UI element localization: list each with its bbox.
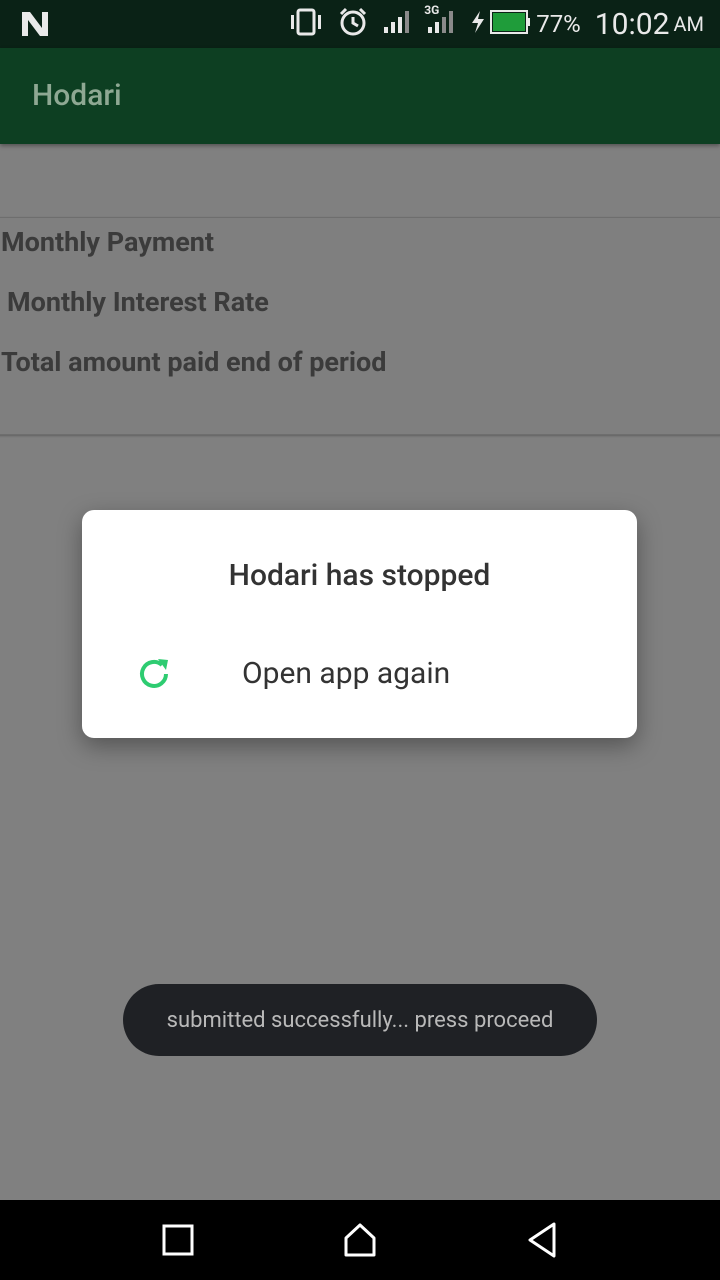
signal-icon [382, 9, 412, 39]
app-bar: Hodari [0, 48, 720, 144]
back-icon[interactable] [522, 1220, 562, 1260]
clock-ampm: AM [673, 12, 704, 36]
results-card: Monthly Payment Monthly Interest Rate To… [0, 217, 720, 435]
charging-icon [470, 9, 486, 39]
vibrate-icon [288, 8, 324, 40]
app-title: Hodari [32, 78, 122, 113]
monthly-payment-label: Monthly Payment [1, 226, 215, 258]
toast-message: submitted successfully... press proceed [123, 984, 597, 1056]
app-stopped-dialog: Hodari has stopped Open app again [82, 510, 637, 738]
dialog-title: Hodari has stopped [228, 558, 491, 593]
recent-apps-icon[interactable] [158, 1220, 198, 1260]
alarm-icon [338, 7, 368, 41]
battery-percent: 77% [536, 10, 581, 38]
refresh-icon [136, 656, 172, 692]
notification-n-icon [20, 10, 50, 42]
total-amount-paid-label: Total amount paid end of period [1, 346, 387, 378]
battery-icon [490, 10, 531, 38]
status-bar: 3G 77% 10:02 AM [0, 0, 720, 48]
clock-time: 10:02 [594, 6, 670, 42]
home-icon[interactable] [340, 1220, 380, 1260]
open-app-again-label: Open app again [242, 656, 451, 691]
toast-text: submitted successfully... press proceed [166, 1007, 554, 1033]
monthly-interest-rate-label: Monthly Interest Rate [7, 286, 269, 318]
navigation-bar [0, 1200, 720, 1280]
signal-3g-icon: 3G [424, 3, 456, 39]
